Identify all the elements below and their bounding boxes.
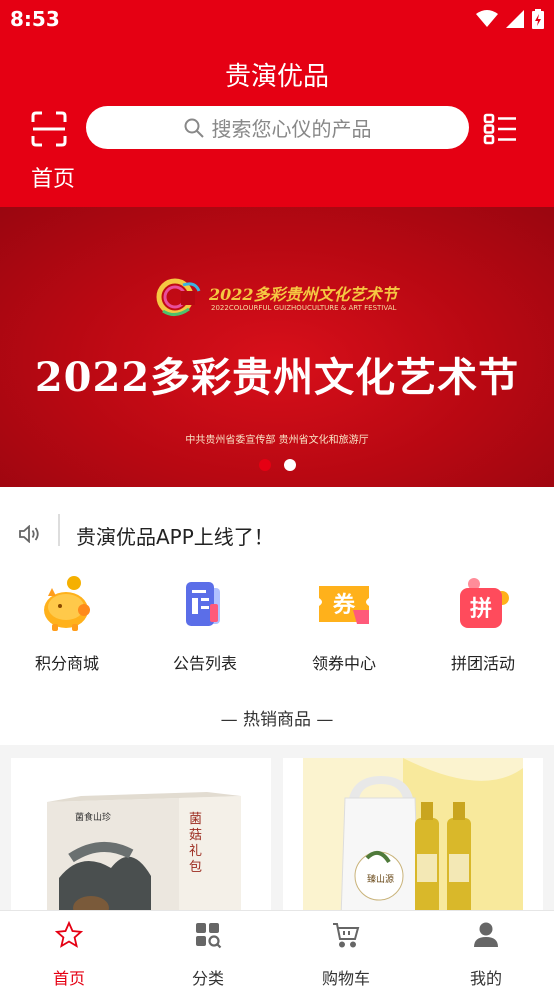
search-icon — [184, 118, 204, 138]
quick-item-points-mall[interactable]: 积分商城 — [7, 574, 127, 674]
search-placeholder: 搜索您心仪的产品 — [211, 117, 372, 141]
bottom-tab-bar: 首页 分类 购物车 我的 — [0, 910, 554, 986]
battery-icon — [532, 9, 544, 29]
product-image — [283, 758, 543, 918]
notice-divider — [58, 514, 60, 546]
category-icon — [196, 923, 222, 949]
festival-logo-text: 2022多彩贵州文化艺术节 — [209, 285, 398, 304]
banner-carousel[interactable]: 2022多彩贵州文化艺术节 2022COLOURFUL GUIZHOUCULTU… — [0, 207, 554, 487]
scan-button[interactable] — [31, 111, 67, 147]
status-icons — [476, 8, 544, 30]
star-icon — [54, 920, 84, 948]
piggy-bank-icon — [36, 574, 98, 636]
tab-cart[interactable]: 购物车 — [296, 921, 396, 986]
coupon-badge: 券 — [332, 592, 356, 618]
banner-sponsors: 中共贵州省委宣传部 贵州省文化和旅游厅 — [185, 435, 369, 446]
product-card[interactable]: 臻山源 — [283, 758, 543, 918]
tab-label: 首页 — [52, 969, 85, 986]
tab-category[interactable]: 分类 — [158, 921, 258, 986]
header: 8:53 贵演优品 搜索您心仪的产品 首页 — [0, 0, 554, 207]
status-time: 8:53 — [10, 7, 60, 31]
product-brand-text: 菌食山珍 — [75, 811, 111, 823]
user-icon — [474, 922, 498, 947]
scan-icon — [31, 111, 67, 147]
carousel-dots — [259, 459, 296, 471]
quick-item-coupon-center[interactable]: 券 领券中心 — [284, 574, 404, 674]
quick-item-notice-list[interactable]: 公告列表 — [145, 574, 265, 674]
product-image: 菌食山珍 — [11, 758, 271, 918]
location-tab[interactable]: 首页 — [31, 161, 75, 193]
group-buy-badge: 拼 — [470, 596, 492, 622]
status-bar: 8:53 — [0, 0, 554, 38]
hot-products-title: — 热销商品 — — [220, 710, 334, 730]
app-title: 贵演优品 — [224, 62, 329, 92]
banner-title: 2022多彩贵州文化艺术节 — [34, 354, 520, 401]
quick-item-label: 公告列表 — [172, 654, 237, 673]
wifi-icon — [476, 10, 498, 27]
list-menu-icon — [483, 113, 516, 145]
search-input[interactable]: 搜索您心仪的产品 — [86, 106, 469, 149]
quick-item-group-buy[interactable]: 拼 拼团活动 — [423, 574, 543, 674]
tab-label: 我的 — [469, 969, 502, 986]
product-box-label: 菌菇礼包 — [189, 812, 203, 875]
notice-text[interactable]: 贵演优品APP上线了！ — [76, 521, 274, 550]
quick-item-label: 领券中心 — [311, 654, 376, 673]
tab-home[interactable]: 首页 — [19, 920, 119, 986]
quick-item-label: 积分商城 — [34, 654, 99, 673]
group-buy-icon: 拼 — [452, 574, 514, 636]
tab-label: 购物车 — [321, 969, 370, 986]
festival-logo-subtitle: 2022COLOURFUL GUIZHOUCULTURE & ART FESTI… — [211, 304, 397, 312]
festival-emblem-icon — [156, 278, 201, 316]
quick-item-label: 拼团活动 — [450, 654, 515, 673]
coupon-icon: 券 — [313, 574, 375, 636]
product-box-label: 臻山源 — [367, 875, 395, 885]
speaker-icon — [19, 525, 39, 543]
menu-button[interactable] — [483, 113, 517, 145]
home-page: 8:53 贵演优品 搜索您心仪的产品 首页 2022多彩贵州文化艺术节 2022… — [0, 0, 554, 986]
product-card[interactable]: 菌食山珍 菌菇礼包 — [11, 758, 271, 918]
notice-list-icon — [174, 574, 236, 636]
festival-logo: 2022多彩贵州文化艺术节 2022COLOURFUL GUIZHOUCULTU… — [155, 277, 400, 317]
signal-icon — [506, 10, 524, 28]
carousel-dot[interactable] — [284, 459, 296, 471]
tab-mine[interactable]: 我的 — [436, 921, 536, 986]
tab-label: 分类 — [191, 969, 224, 986]
carousel-dot[interactable] — [259, 459, 271, 471]
cart-icon — [333, 923, 360, 948]
